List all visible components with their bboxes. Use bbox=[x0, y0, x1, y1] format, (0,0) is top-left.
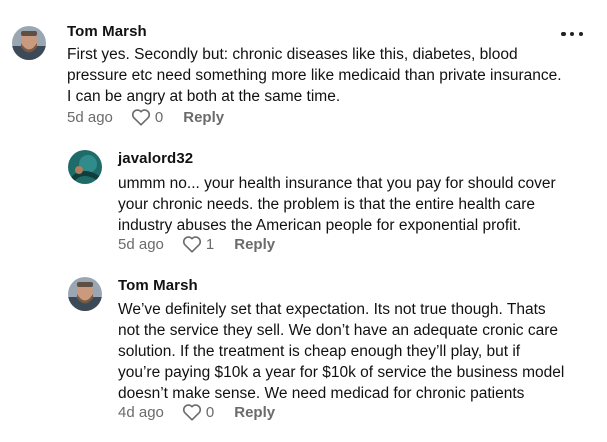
comment-reply: javalord32 ummm no... your health insura… bbox=[0, 140, 607, 265]
avatar[interactable] bbox=[68, 150, 102, 184]
avatar-photo bbox=[68, 277, 102, 311]
more-options-button[interactable] bbox=[561, 28, 583, 40]
heart-outline-icon bbox=[131, 109, 150, 126]
like-button[interactable]: 0 bbox=[182, 403, 214, 421]
like-count: 0 bbox=[205, 403, 215, 421]
reply-button[interactable]: Reply bbox=[183, 109, 224, 126]
comment-text: First yes. Secondly but: chronic disease… bbox=[67, 46, 562, 105]
comment-meta: 5d ago 1 Reply bbox=[118, 235, 275, 253]
comment-author[interactable]: javalord32 bbox=[118, 150, 193, 167]
heart-outline-icon bbox=[182, 404, 201, 421]
avatar[interactable] bbox=[12, 26, 46, 60]
comment-meta: 5d ago 0 Reply bbox=[67, 108, 224, 126]
comment-text: We’ve definitely set that expectation. I… bbox=[118, 301, 565, 402]
avatar-photo bbox=[68, 150, 102, 184]
reply-button[interactable]: Reply bbox=[234, 236, 275, 253]
comment-reply: Tom Marsh We’ve definitely set that expe… bbox=[0, 265, 607, 442]
avatar[interactable] bbox=[68, 277, 102, 311]
reply-button[interactable]: Reply bbox=[234, 404, 275, 421]
like-count: 0 bbox=[154, 108, 164, 126]
comment-thread: Tom Marsh First yes. Secondly but: chron… bbox=[0, 0, 607, 442]
timestamp: 5d ago bbox=[118, 235, 164, 253]
more-horizontal-icon bbox=[561, 31, 566, 37]
comment: Tom Marsh First yes. Secondly but: chron… bbox=[0, 0, 607, 140]
comment-author[interactable]: Tom Marsh bbox=[118, 277, 198, 294]
comment-author[interactable]: Tom Marsh bbox=[67, 23, 147, 40]
heart-outline-icon bbox=[182, 236, 201, 253]
like-button[interactable]: 1 bbox=[182, 235, 214, 253]
timestamp: 4d ago bbox=[118, 403, 164, 421]
avatar-photo bbox=[12, 26, 46, 60]
like-button[interactable]: 0 bbox=[131, 108, 163, 126]
comment-text: ummm no... your health insurance that yo… bbox=[118, 175, 556, 234]
timestamp: 5d ago bbox=[67, 108, 113, 126]
comment-meta: 4d ago 0 Reply bbox=[118, 403, 275, 421]
like-count: 1 bbox=[205, 235, 215, 253]
